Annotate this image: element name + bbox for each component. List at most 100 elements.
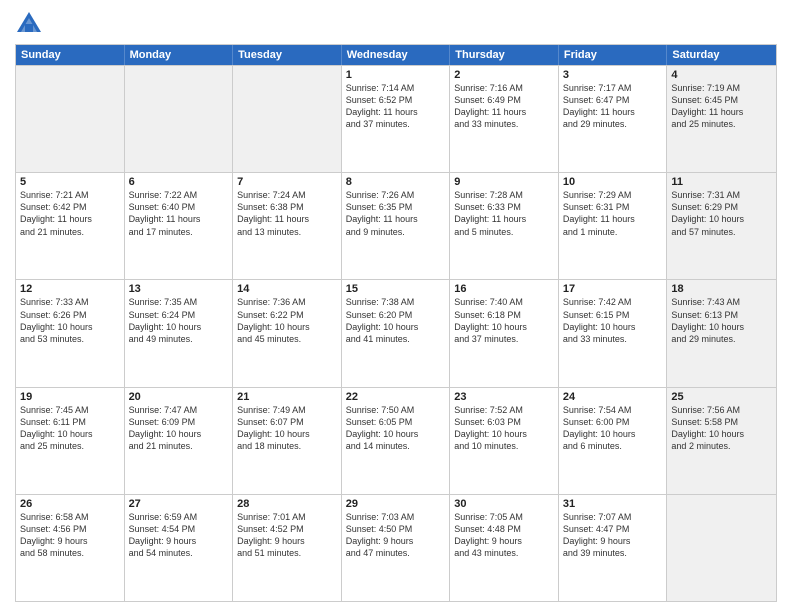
- day-number: 29: [346, 498, 446, 510]
- day-number: 22: [346, 391, 446, 403]
- day-number: 3: [563, 69, 663, 81]
- day-number: 2: [454, 69, 554, 81]
- day-number: 19: [20, 391, 120, 403]
- calendar-body: 1Sunrise: 7:14 AM Sunset: 6:52 PM Daylig…: [16, 65, 776, 601]
- logo-icon: [15, 10, 43, 38]
- cal-cell-w5-d3: 28Sunrise: 7:01 AM Sunset: 4:52 PM Dayli…: [233, 495, 342, 601]
- day-info: Sunrise: 7:47 AM Sunset: 6:09 PM Dayligh…: [129, 404, 229, 453]
- cal-cell-w5-d1: 26Sunrise: 6:58 AM Sunset: 4:56 PM Dayli…: [16, 495, 125, 601]
- calendar-week-2: 5Sunrise: 7:21 AM Sunset: 6:42 PM Daylig…: [16, 172, 776, 279]
- cal-cell-w5-d4: 29Sunrise: 7:03 AM Sunset: 4:50 PM Dayli…: [342, 495, 451, 601]
- weekday-header-monday: Monday: [125, 45, 234, 65]
- day-info: Sunrise: 7:42 AM Sunset: 6:15 PM Dayligh…: [563, 296, 663, 345]
- cal-cell-w4-d4: 22Sunrise: 7:50 AM Sunset: 6:05 PM Dayli…: [342, 388, 451, 494]
- day-number: 10: [563, 176, 663, 188]
- calendar: SundayMondayTuesdayWednesdayThursdayFrid…: [15, 44, 777, 602]
- day-info: Sunrise: 7:03 AM Sunset: 4:50 PM Dayligh…: [346, 511, 446, 560]
- day-info: Sunrise: 7:19 AM Sunset: 6:45 PM Dayligh…: [671, 82, 772, 131]
- day-number: 9: [454, 176, 554, 188]
- day-number: 17: [563, 283, 663, 295]
- day-number: 15: [346, 283, 446, 295]
- cal-cell-w3-d5: 16Sunrise: 7:40 AM Sunset: 6:18 PM Dayli…: [450, 280, 559, 386]
- cal-cell-w1-d2: [125, 66, 234, 172]
- cal-cell-w5-d5: 30Sunrise: 7:05 AM Sunset: 4:48 PM Dayli…: [450, 495, 559, 601]
- day-info: Sunrise: 6:59 AM Sunset: 4:54 PM Dayligh…: [129, 511, 229, 560]
- day-info: Sunrise: 7:14 AM Sunset: 6:52 PM Dayligh…: [346, 82, 446, 131]
- day-info: Sunrise: 7:07 AM Sunset: 4:47 PM Dayligh…: [563, 511, 663, 560]
- cal-cell-w1-d5: 2Sunrise: 7:16 AM Sunset: 6:49 PM Daylig…: [450, 66, 559, 172]
- day-number: 12: [20, 283, 120, 295]
- day-info: Sunrise: 7:33 AM Sunset: 6:26 PM Dayligh…: [20, 296, 120, 345]
- day-info: Sunrise: 7:35 AM Sunset: 6:24 PM Dayligh…: [129, 296, 229, 345]
- day-number: 14: [237, 283, 337, 295]
- cal-cell-w5-d6: 31Sunrise: 7:07 AM Sunset: 4:47 PM Dayli…: [559, 495, 668, 601]
- day-info: Sunrise: 7:01 AM Sunset: 4:52 PM Dayligh…: [237, 511, 337, 560]
- day-info: Sunrise: 7:56 AM Sunset: 5:58 PM Dayligh…: [671, 404, 772, 453]
- day-number: 23: [454, 391, 554, 403]
- day-info: Sunrise: 7:50 AM Sunset: 6:05 PM Dayligh…: [346, 404, 446, 453]
- day-info: Sunrise: 7:40 AM Sunset: 6:18 PM Dayligh…: [454, 296, 554, 345]
- day-number: 16: [454, 283, 554, 295]
- cal-cell-w3-d6: 17Sunrise: 7:42 AM Sunset: 6:15 PM Dayli…: [559, 280, 668, 386]
- cal-cell-w5-d7: [667, 495, 776, 601]
- cal-cell-w1-d6: 3Sunrise: 7:17 AM Sunset: 6:47 PM Daylig…: [559, 66, 668, 172]
- cal-cell-w2-d5: 9Sunrise: 7:28 AM Sunset: 6:33 PM Daylig…: [450, 173, 559, 279]
- calendar-week-3: 12Sunrise: 7:33 AM Sunset: 6:26 PM Dayli…: [16, 279, 776, 386]
- cal-cell-w2-d7: 11Sunrise: 7:31 AM Sunset: 6:29 PM Dayli…: [667, 173, 776, 279]
- weekday-header-sunday: Sunday: [16, 45, 125, 65]
- day-number: 11: [671, 176, 772, 188]
- cal-cell-w2-d4: 8Sunrise: 7:26 AM Sunset: 6:35 PM Daylig…: [342, 173, 451, 279]
- day-number: 13: [129, 283, 229, 295]
- calendar-week-4: 19Sunrise: 7:45 AM Sunset: 6:11 PM Dayli…: [16, 387, 776, 494]
- cal-cell-w1-d3: [233, 66, 342, 172]
- day-number: 18: [671, 283, 772, 295]
- cal-cell-w1-d4: 1Sunrise: 7:14 AM Sunset: 6:52 PM Daylig…: [342, 66, 451, 172]
- day-info: Sunrise: 7:49 AM Sunset: 6:07 PM Dayligh…: [237, 404, 337, 453]
- calendar-header-row: SundayMondayTuesdayWednesdayThursdayFrid…: [16, 45, 776, 65]
- cal-cell-w4-d2: 20Sunrise: 7:47 AM Sunset: 6:09 PM Dayli…: [125, 388, 234, 494]
- cal-cell-w3-d7: 18Sunrise: 7:43 AM Sunset: 6:13 PM Dayli…: [667, 280, 776, 386]
- header: [15, 10, 777, 38]
- weekday-header-saturday: Saturday: [667, 45, 776, 65]
- cal-cell-w5-d2: 27Sunrise: 6:59 AM Sunset: 4:54 PM Dayli…: [125, 495, 234, 601]
- cal-cell-w2-d2: 6Sunrise: 7:22 AM Sunset: 6:40 PM Daylig…: [125, 173, 234, 279]
- day-info: Sunrise: 6:58 AM Sunset: 4:56 PM Dayligh…: [20, 511, 120, 560]
- day-number: 5: [20, 176, 120, 188]
- weekday-header-friday: Friday: [559, 45, 668, 65]
- cal-cell-w1-d7: 4Sunrise: 7:19 AM Sunset: 6:45 PM Daylig…: [667, 66, 776, 172]
- day-info: Sunrise: 7:26 AM Sunset: 6:35 PM Dayligh…: [346, 189, 446, 238]
- calendar-week-5: 26Sunrise: 6:58 AM Sunset: 4:56 PM Dayli…: [16, 494, 776, 601]
- day-info: Sunrise: 7:31 AM Sunset: 6:29 PM Dayligh…: [671, 189, 772, 238]
- cal-cell-w4-d5: 23Sunrise: 7:52 AM Sunset: 6:03 PM Dayli…: [450, 388, 559, 494]
- day-info: Sunrise: 7:16 AM Sunset: 6:49 PM Dayligh…: [454, 82, 554, 131]
- day-number: 31: [563, 498, 663, 510]
- cal-cell-w2-d1: 5Sunrise: 7:21 AM Sunset: 6:42 PM Daylig…: [16, 173, 125, 279]
- day-info: Sunrise: 7:38 AM Sunset: 6:20 PM Dayligh…: [346, 296, 446, 345]
- day-number: 27: [129, 498, 229, 510]
- day-number: 25: [671, 391, 772, 403]
- cal-cell-w2-d3: 7Sunrise: 7:24 AM Sunset: 6:38 PM Daylig…: [233, 173, 342, 279]
- cal-cell-w3-d2: 13Sunrise: 7:35 AM Sunset: 6:24 PM Dayli…: [125, 280, 234, 386]
- weekday-header-tuesday: Tuesday: [233, 45, 342, 65]
- cal-cell-w4-d7: 25Sunrise: 7:56 AM Sunset: 5:58 PM Dayli…: [667, 388, 776, 494]
- day-number: 4: [671, 69, 772, 81]
- day-info: Sunrise: 7:05 AM Sunset: 4:48 PM Dayligh…: [454, 511, 554, 560]
- cal-cell-w1-d1: [16, 66, 125, 172]
- cal-cell-w3-d4: 15Sunrise: 7:38 AM Sunset: 6:20 PM Dayli…: [342, 280, 451, 386]
- day-number: 1: [346, 69, 446, 81]
- cal-cell-w3-d1: 12Sunrise: 7:33 AM Sunset: 6:26 PM Dayli…: [16, 280, 125, 386]
- day-info: Sunrise: 7:17 AM Sunset: 6:47 PM Dayligh…: [563, 82, 663, 131]
- day-info: Sunrise: 7:36 AM Sunset: 6:22 PM Dayligh…: [237, 296, 337, 345]
- day-number: 24: [563, 391, 663, 403]
- day-number: 28: [237, 498, 337, 510]
- cal-cell-w4-d6: 24Sunrise: 7:54 AM Sunset: 6:00 PM Dayli…: [559, 388, 668, 494]
- day-info: Sunrise: 7:54 AM Sunset: 6:00 PM Dayligh…: [563, 404, 663, 453]
- day-info: Sunrise: 7:29 AM Sunset: 6:31 PM Dayligh…: [563, 189, 663, 238]
- cal-cell-w2-d6: 10Sunrise: 7:29 AM Sunset: 6:31 PM Dayli…: [559, 173, 668, 279]
- day-info: Sunrise: 7:22 AM Sunset: 6:40 PM Dayligh…: [129, 189, 229, 238]
- weekday-header-thursday: Thursday: [450, 45, 559, 65]
- day-info: Sunrise: 7:52 AM Sunset: 6:03 PM Dayligh…: [454, 404, 554, 453]
- day-number: 8: [346, 176, 446, 188]
- day-number: 20: [129, 391, 229, 403]
- day-info: Sunrise: 7:24 AM Sunset: 6:38 PM Dayligh…: [237, 189, 337, 238]
